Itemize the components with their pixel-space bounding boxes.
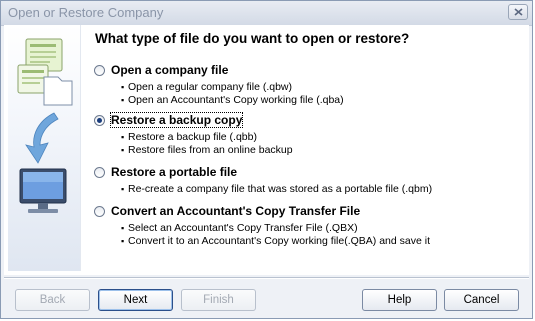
option-label[interactable]: Convert an Accountant's Copy Transfer Fi… — [111, 204, 360, 218]
option-open-company-file[interactable]: Open a company file — [94, 63, 234, 79]
cancel-button[interactable]: Cancel — [444, 289, 519, 311]
help-button[interactable]: Help — [362, 289, 437, 311]
title-bar[interactable]: Open or Restore Company — [1, 1, 532, 26]
list-item: Open an Accountant's Copy working file (… — [123, 94, 344, 107]
option-restore-backup-copy-details: Restore a backup file (.qbb) Restore fil… — [123, 131, 293, 157]
close-icon — [514, 8, 523, 16]
option-label[interactable]: Restore a portable file — [111, 165, 237, 179]
computer-monitor-icon — [19, 168, 67, 213]
radio-open-company-file[interactable] — [94, 65, 105, 76]
option-restore-portable-file-details: Re-create a company file that was stored… — [123, 183, 432, 196]
option-label[interactable]: Restore a backup copy — [109, 112, 244, 128]
radio-convert-transfer-file[interactable] — [94, 206, 105, 217]
list-item: Restore a backup file (.qbb) — [123, 131, 293, 144]
illustration-panel — [8, 25, 81, 271]
radio-restore-portable-file[interactable] — [94, 167, 105, 178]
radio-restore-backup-copy[interactable] — [94, 115, 105, 126]
option-open-company-file-details: Open a regular company file (.qbw) Open … — [123, 81, 344, 107]
list-item: Re-create a company file that was stored… — [123, 183, 432, 196]
window-title: Open or Restore Company — [8, 5, 164, 20]
file-documents-icon — [17, 38, 73, 106]
option-restore-portable-file[interactable]: Restore a portable file — [94, 165, 254, 181]
option-restore-backup-copy[interactable]: Restore a backup copy — [94, 112, 254, 129]
option-convert-transfer-file[interactable]: Convert an Accountant's Copy Transfer Fi… — [94, 204, 364, 220]
dialog-content: What type of file do you want to open or… — [4, 25, 529, 275]
list-item: Select an Accountant's Copy Transfer Fil… — [123, 222, 430, 235]
button-bar-divider — [4, 277, 529, 279]
dialog-heading: What type of file do you want to open or… — [95, 31, 410, 46]
next-button[interactable]: Next — [98, 289, 173, 311]
option-label[interactable]: Open a company file — [111, 63, 228, 77]
close-button[interactable] — [508, 4, 528, 20]
list-item: Open a regular company file (.qbw) — [123, 81, 344, 94]
back-button[interactable]: Back — [15, 289, 90, 311]
down-arrow-icon — [25, 112, 59, 164]
option-convert-transfer-file-details: Select an Accountant's Copy Transfer Fil… — [123, 222, 430, 248]
list-item: Restore files from an online backup — [123, 144, 293, 157]
list-item: Convert it to an Accountant's Copy worki… — [123, 235, 430, 248]
finish-button[interactable]: Finish — [181, 289, 256, 311]
